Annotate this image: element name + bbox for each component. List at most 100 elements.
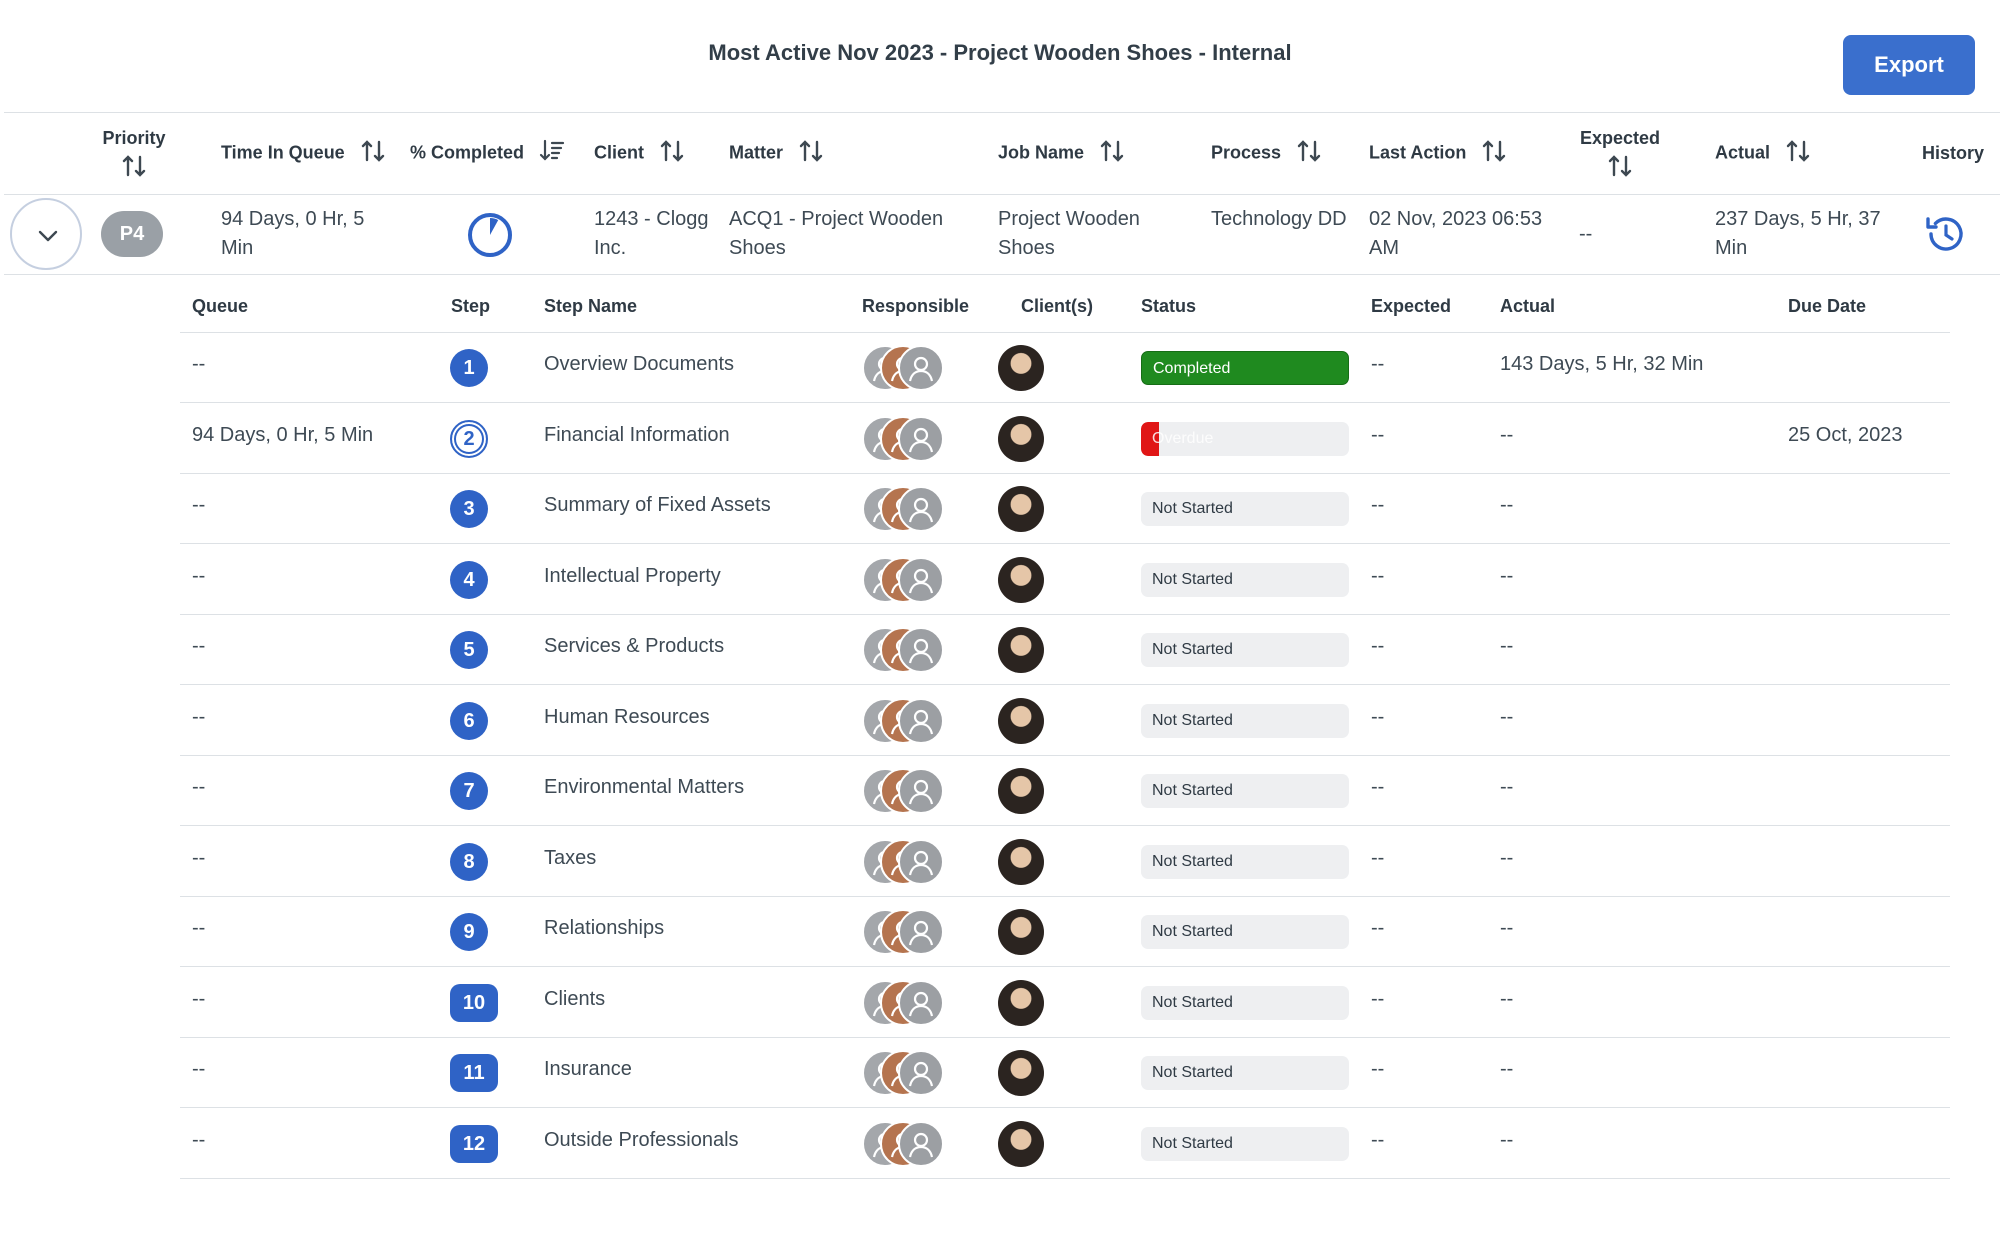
step-name[interactable]: Relationships bbox=[544, 917, 664, 940]
responsible-avatars[interactable] bbox=[862, 697, 972, 744]
client-avatar[interactable] bbox=[998, 909, 1044, 955]
step-name[interactable]: Summary of Fixed Assets bbox=[544, 494, 771, 517]
client-avatar[interactable] bbox=[998, 345, 1044, 391]
sort-descending-icon[interactable] bbox=[539, 138, 565, 169]
step-row[interactable]: 94 Days, 0 Hr, 5 Min 2 Financial Informati… bbox=[180, 404, 1950, 474]
user-avatar-icon[interactable] bbox=[898, 1050, 944, 1096]
user-avatar-icon[interactable] bbox=[898, 415, 944, 462]
responsible-avatars[interactable] bbox=[862, 486, 972, 532]
history-icon[interactable] bbox=[1923, 211, 1969, 257]
responsible-avatars[interactable] bbox=[862, 768, 972, 814]
job-name[interactable]: Project Wooden Shoes bbox=[998, 205, 1178, 263]
step-name[interactable]: Environmental Matters bbox=[544, 776, 744, 799]
column-header-time-in-queue[interactable]: Time In Queue bbox=[221, 138, 386, 169]
expand-row-button[interactable] bbox=[10, 198, 82, 270]
responsible-avatars[interactable] bbox=[862, 909, 972, 955]
sort-arrows-icon[interactable] bbox=[1099, 138, 1125, 169]
responsible-avatars[interactable] bbox=[862, 627, 972, 673]
step-queue: -- bbox=[192, 705, 206, 728]
step-row[interactable]: -- 6 Human Resources Not Started -- -- bbox=[180, 686, 1950, 756]
column-header-priority[interactable]: Priority bbox=[100, 128, 168, 184]
step-name[interactable]: Financial Information bbox=[544, 424, 730, 447]
column-header-job-name[interactable]: Job Name bbox=[998, 138, 1125, 169]
step-number-badge: 2 bbox=[450, 419, 488, 458]
sort-arrows-icon[interactable] bbox=[659, 138, 685, 169]
sort-arrows-icon[interactable] bbox=[1578, 153, 1662, 184]
client-avatar[interactable] bbox=[998, 1050, 1044, 1096]
user-avatar-icon[interactable] bbox=[898, 768, 944, 814]
column-header-actual-label: Actual bbox=[1715, 142, 1771, 163]
responsible-avatars[interactable] bbox=[862, 979, 972, 1026]
user-avatar-icon[interactable] bbox=[898, 345, 944, 391]
column-header-expected[interactable]: Expected bbox=[1578, 128, 1662, 184]
client-avatar[interactable] bbox=[998, 979, 1044, 1026]
step-name[interactable]: Intellectual Property bbox=[544, 565, 721, 588]
user-avatar-icon[interactable] bbox=[898, 838, 944, 885]
user-avatar-icon[interactable] bbox=[898, 697, 944, 744]
client-avatar[interactable] bbox=[998, 697, 1044, 744]
step-actual: -- bbox=[1500, 423, 1514, 446]
column-header-history-label: History bbox=[1922, 143, 1985, 163]
job-matter[interactable]: ACQ1 - Project Wooden Shoes bbox=[729, 205, 969, 263]
step-name[interactable]: Clients bbox=[544, 988, 605, 1011]
step-name[interactable]: Insurance bbox=[544, 1058, 632, 1081]
status-badge: Not Started bbox=[1141, 562, 1349, 597]
step-queue: -- bbox=[192, 494, 206, 516]
user-avatar-icon[interactable] bbox=[898, 556, 944, 603]
step-name[interactable]: Services & Products bbox=[544, 635, 724, 658]
step-row[interactable]: -- 1 Overview Documents Completed -- 143 Days… bbox=[180, 333, 1950, 403]
sort-arrows-icon[interactable] bbox=[360, 138, 386, 169]
user-avatar-icon[interactable] bbox=[898, 486, 944, 532]
step-actual: 143 Days, 5 Hr, 32 Min bbox=[1500, 353, 1704, 375]
status-badge: Not Started bbox=[1141, 844, 1349, 879]
step-name[interactable]: Outside Professionals bbox=[544, 1129, 739, 1152]
step-name[interactable]: Human Resources bbox=[544, 706, 710, 729]
user-avatar-icon[interactable] bbox=[898, 627, 944, 673]
responsible-avatars[interactable] bbox=[862, 1050, 972, 1096]
sort-arrows-icon[interactable] bbox=[798, 138, 824, 169]
step-row[interactable]: -- 5 Services & Products Not Started -- -- bbox=[180, 615, 1950, 685]
column-header-percent-completed[interactable]: % Completed bbox=[410, 138, 565, 169]
client-avatar[interactable] bbox=[998, 556, 1044, 603]
job-client[interactable]: 1243 - Clogg Inc. bbox=[594, 205, 714, 263]
responsible-avatars[interactable] bbox=[862, 838, 972, 885]
column-header-client[interactable]: Client bbox=[594, 138, 685, 169]
client-avatar[interactable] bbox=[998, 1120, 1044, 1167]
chevron-down-icon bbox=[38, 230, 58, 242]
step-row[interactable]: -- 8 Taxes Not Started -- -- bbox=[180, 827, 1950, 897]
step-header-clients: Client(s) bbox=[1021, 296, 1093, 316]
client-avatar[interactable] bbox=[998, 838, 1044, 885]
column-header-actual[interactable]: Actual bbox=[1715, 138, 1811, 169]
responsible-avatars[interactable] bbox=[862, 556, 972, 603]
step-name[interactable]: Taxes bbox=[544, 847, 596, 870]
export-button[interactable]: Export bbox=[1843, 35, 1975, 95]
step-number-badge: 8 bbox=[450, 842, 488, 881]
step-expected: -- bbox=[1371, 705, 1385, 728]
client-avatar[interactable] bbox=[998, 768, 1044, 814]
column-header-matter[interactable]: Matter bbox=[729, 138, 824, 169]
step-row[interactable]: -- 9 Relationships Not Started -- -- bbox=[180, 897, 1950, 967]
step-row[interactable]: -- 10 Clients Not Started -- -- bbox=[180, 968, 1950, 1038]
step-row[interactable]: -- 3 Summary of Fixed Assets Not Started -- -… bbox=[180, 474, 1950, 544]
user-avatar-icon[interactable] bbox=[898, 979, 944, 1026]
sort-arrows-icon[interactable] bbox=[1785, 138, 1811, 169]
responsible-avatars[interactable] bbox=[862, 345, 972, 391]
user-avatar-icon[interactable] bbox=[898, 1120, 944, 1167]
step-name[interactable]: Overview Documents bbox=[544, 353, 734, 376]
step-row[interactable]: -- 4 Intellectual Property Not Started -- -- bbox=[180, 545, 1950, 615]
sort-arrows-icon[interactable] bbox=[1481, 138, 1507, 169]
sort-arrows-icon[interactable] bbox=[1296, 138, 1322, 169]
step-actual: -- bbox=[1500, 776, 1514, 798]
client-avatar[interactable] bbox=[998, 415, 1044, 462]
step-row[interactable]: -- 12 Outside Professionals Not Started -- -- bbox=[180, 1109, 1950, 1179]
user-avatar-icon[interactable] bbox=[898, 909, 944, 955]
client-avatar[interactable] bbox=[998, 627, 1044, 673]
step-row[interactable]: -- 11 Insurance Not Started -- -- bbox=[180, 1038, 1950, 1108]
responsible-avatars[interactable] bbox=[862, 415, 972, 462]
sort-arrows-icon[interactable] bbox=[100, 153, 168, 184]
column-header-process[interactable]: Process bbox=[1211, 138, 1322, 169]
column-header-last-action[interactable]: Last Action bbox=[1369, 138, 1507, 169]
responsible-avatars[interactable] bbox=[862, 1120, 972, 1167]
client-avatar[interactable] bbox=[998, 486, 1044, 532]
step-row[interactable]: -- 7 Environmental Matters Not Started -- -- bbox=[180, 756, 1950, 826]
